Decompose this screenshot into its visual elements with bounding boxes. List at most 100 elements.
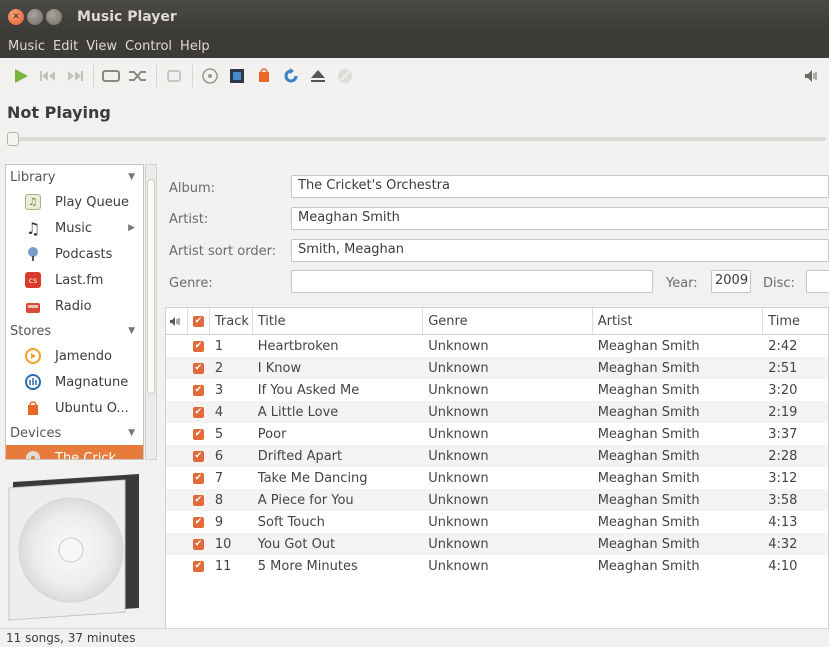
track-number-cell: 11	[214, 558, 232, 574]
playing-cell	[166, 489, 188, 511]
genre-cell: Unknown	[428, 470, 489, 486]
menu-edit[interactable]: Edit	[49, 39, 82, 54]
menu-view[interactable]: View	[82, 39, 121, 54]
volume-icon[interactable]	[801, 65, 823, 87]
table-row[interactable]: ✔ 6 Drifted Apart Unknown Meaghan Smith 2:28	[166, 445, 828, 467]
artist-column-header[interactable]: Artist	[593, 308, 764, 334]
checkbox-icon: ✔	[192, 315, 204, 327]
table-row[interactable]: ✔ 8 A Piece for You Unknown Meaghan Smith 3:5…	[166, 489, 828, 511]
seek-bar[interactable]	[8, 137, 826, 141]
artist-cell: Meaghan Smith	[597, 404, 700, 420]
enabled-checkbox[interactable]: ✔	[188, 423, 210, 445]
title-cell: Poor	[257, 426, 287, 442]
sidebar-item-music[interactable]: ♫ Music ▶	[6, 215, 143, 241]
ubuntu-one-store-icon[interactable]	[253, 65, 275, 87]
menu-music[interactable]: Music	[4, 39, 49, 54]
artist-cell: Meaghan Smith	[597, 426, 700, 442]
genre-field[interactable]	[291, 270, 653, 293]
sidebar-group-stores[interactable]: Stores ▼	[6, 319, 143, 343]
enabled-checkbox[interactable]: ✔	[188, 445, 210, 467]
table-row[interactable]: ✔ 10 You Got Out Unknown Meaghan Smith 4:32	[166, 533, 828, 555]
refresh-icon[interactable]	[280, 65, 302, 87]
close-window-button[interactable]: ✕	[8, 9, 24, 25]
previous-icon[interactable]	[37, 65, 59, 87]
play-icon[interactable]	[10, 65, 32, 87]
genre-column-header[interactable]: Genre	[423, 308, 593, 334]
artist-field[interactable]: Meaghan Smith	[291, 207, 829, 230]
genre-cell: Unknown	[428, 404, 489, 420]
track-column-header[interactable]: Track	[210, 308, 253, 334]
enabled-checkbox[interactable]: ✔	[188, 401, 210, 423]
sidebar-item-jamendo[interactable]: Jamendo	[6, 343, 143, 369]
enabled-checkbox[interactable]: ✔	[188, 533, 210, 555]
sidebar-scrollbar[interactable]	[145, 164, 157, 460]
enabled-checkbox[interactable]: ✔	[188, 335, 210, 357]
toolbar-separator	[156, 65, 157, 87]
collapse-icon[interactable]: ▼	[128, 428, 135, 438]
maximize-window-button[interactable]	[46, 9, 62, 25]
checkbox-icon: ✔	[192, 340, 204, 352]
enabled-checkbox[interactable]: ✔	[188, 379, 210, 401]
table-row[interactable]: ✔ 4 A Little Love Unknown Meaghan Smith 2:19	[166, 401, 828, 423]
title-column-header[interactable]: Title	[253, 308, 424, 334]
repeat-icon[interactable]	[100, 65, 122, 87]
genre-cell: Unknown	[428, 360, 489, 376]
track-number-cell: 3	[214, 382, 224, 398]
disc-label: Disc:	[763, 275, 795, 291]
collapse-icon[interactable]: ▼	[128, 326, 135, 336]
lastfm-icon: cs	[25, 272, 41, 288]
collapse-icon[interactable]: ▼	[128, 172, 135, 182]
enabled-checkbox[interactable]: ✔	[188, 467, 210, 489]
seek-handle[interactable]	[7, 132, 19, 146]
sidebar-item-label: Last.fm	[55, 272, 104, 288]
time-column-header[interactable]: Time	[763, 308, 828, 334]
menu-control[interactable]: Control	[121, 39, 176, 54]
speaker-icon	[170, 316, 180, 326]
sidebar-group-devices[interactable]: Devices ▼	[6, 421, 143, 445]
table-row[interactable]: ✔ 2 I Know Unknown Meaghan Smith 2:51	[166, 357, 828, 379]
expand-arrow-icon[interactable]: ▶	[128, 223, 135, 233]
sidebar-scroll-thumb[interactable]	[147, 179, 155, 394]
sidebar-item-magnatune[interactable]: Magnatune	[6, 369, 143, 395]
table-row[interactable]: ✔ 9 Soft Touch Unknown Meaghan Smith 4:13	[166, 511, 828, 533]
eject-disc-icon[interactable]	[199, 65, 221, 87]
sidebar-item-label: Ubuntu O...	[55, 400, 129, 416]
track-number-cell: 1	[214, 338, 224, 354]
disc-field[interactable]	[806, 270, 829, 293]
enabled-checkbox[interactable]: ✔	[188, 555, 210, 577]
artist-sort-field[interactable]: Smith, Meaghan	[291, 239, 829, 262]
playing-column-header[interactable]	[166, 308, 188, 334]
enabled-checkbox[interactable]: ✔	[188, 489, 210, 511]
sidebar-group-library[interactable]: Library ▼	[6, 165, 143, 189]
minimize-window-button[interactable]	[27, 9, 43, 25]
sidebar-item-device-cd[interactable]: The Crick...	[6, 445, 143, 459]
sidebar-item-radio[interactable]: Radio	[6, 293, 143, 319]
track-number-cell: 5	[214, 426, 224, 442]
properties-icon[interactable]	[226, 65, 248, 87]
menu-help[interactable]: Help	[176, 39, 214, 54]
sidebar-item-play-queue[interactable]: ♫ Play Queue	[6, 189, 143, 215]
sidebar-item-ubuntu-one[interactable]: Ubuntu O...	[6, 395, 143, 421]
sidebar-item-podcasts[interactable]: Podcasts	[6, 241, 143, 267]
table-row[interactable]: ✔ 7 Take Me Dancing Unknown Meaghan Smith 3:1…	[166, 467, 828, 489]
table-row[interactable]: ✔ 1 Heartbroken Unknown Meaghan Smith 2:42	[166, 335, 828, 357]
table-row[interactable]: ✔ 5 Poor Unknown Meaghan Smith 3:37	[166, 423, 828, 445]
album-field[interactable]: The Cricket's Orchestra	[291, 175, 829, 198]
next-icon[interactable]	[64, 65, 86, 87]
enabled-checkbox[interactable]: ✔	[188, 511, 210, 533]
time-cell: 3:20	[768, 382, 798, 398]
enabled-checkbox[interactable]: ✔	[188, 357, 210, 379]
sidebar-item-label: Music	[55, 220, 92, 236]
artist-cell: Meaghan Smith	[597, 338, 700, 354]
year-field[interactable]: 2009	[711, 270, 751, 293]
table-row[interactable]: ✔ 11 5 More Minutes Unknown Meaghan Smith 4:1…	[166, 555, 828, 577]
artist-cell: Meaghan Smith	[597, 470, 700, 486]
shuffle-icon[interactable]	[127, 65, 149, 87]
visualization-icon[interactable]	[163, 65, 185, 87]
sidebar-item-label: Radio	[55, 298, 92, 314]
enabled-column-header[interactable]: ✔	[188, 308, 210, 334]
table-row[interactable]: ✔ 3 If You Asked Me Unknown Meaghan Smith 3:2…	[166, 379, 828, 401]
eject-icon[interactable]	[307, 65, 329, 87]
sidebar-item-lastfm[interactable]: cs Last.fm	[6, 267, 143, 293]
podcast-icon	[25, 246, 41, 262]
